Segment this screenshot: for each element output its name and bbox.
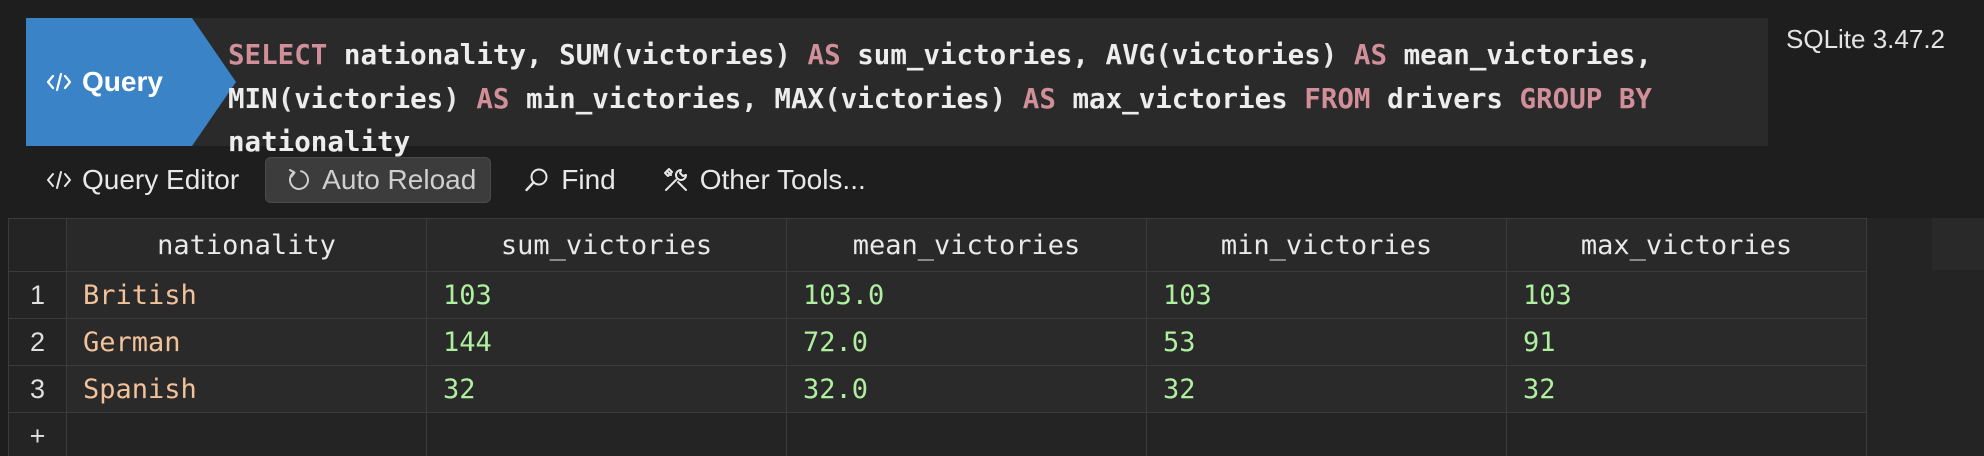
sql-keyword: AS bbox=[1022, 82, 1056, 115]
add-row-button[interactable]: + bbox=[8, 412, 67, 456]
sql-keyword: SELECT bbox=[228, 39, 328, 71]
sql-line-1: SELECT nationality, SUM(victories) AS su… bbox=[228, 34, 1788, 78]
sql-token: ( bbox=[824, 82, 841, 115]
sql-query-text[interactable]: SELECT nationality, SUM(victories) AS su… bbox=[228, 34, 1788, 165]
sql-token: victories bbox=[840, 82, 990, 115]
auto-reload-button[interactable]: Auto Reload bbox=[265, 157, 492, 203]
sql-token: victories bbox=[625, 39, 775, 71]
column-header[interactable]: mean_victories bbox=[786, 218, 1147, 272]
sql-keyword: FROM bbox=[1304, 82, 1371, 115]
empty-cell bbox=[786, 412, 1147, 456]
sql-token: nationality, SUM bbox=[343, 39, 609, 71]
sql-token: min_victories, MAX bbox=[526, 82, 825, 115]
code-icon bbox=[46, 169, 72, 191]
sql-line-2: MIN(victories) AS min_victories, MAX(vic… bbox=[228, 78, 1788, 122]
table-cell[interactable]: 103 bbox=[1506, 271, 1867, 319]
sql-token: victories bbox=[1171, 39, 1321, 71]
sql-token: MIN bbox=[228, 82, 278, 115]
sql-token: ( bbox=[1155, 39, 1172, 71]
query-editor-label: Query Editor bbox=[82, 164, 240, 195]
results-grid: nationality sum_victories mean_victories… bbox=[8, 218, 1984, 456]
search-icon bbox=[523, 166, 551, 194]
sql-keyword: AS bbox=[476, 82, 510, 115]
header-row: nationality sum_victories mean_victories… bbox=[8, 218, 1867, 272]
sql-token: ( bbox=[608, 39, 626, 71]
sql-token: mean_victories, bbox=[1403, 39, 1652, 71]
empty-cell bbox=[426, 412, 787, 456]
sql-token: victories bbox=[294, 82, 444, 115]
add-row: + bbox=[8, 412, 1867, 456]
column-header[interactable]: nationality bbox=[66, 218, 427, 272]
sql-token: ) bbox=[774, 39, 791, 71]
sql-token: nationality bbox=[228, 126, 411, 158]
sql-token: ) bbox=[1320, 39, 1338, 71]
results-table: nationality sum_victories mean_victories… bbox=[8, 218, 1867, 456]
grid-scrollbar-stub bbox=[1932, 218, 1984, 270]
sql-token: ) bbox=[443, 82, 460, 115]
row-number[interactable]: 2 bbox=[8, 318, 67, 366]
empty-cell bbox=[66, 412, 427, 456]
table-cell[interactable]: 32 bbox=[1506, 365, 1867, 413]
table-cell[interactable]: British bbox=[66, 271, 427, 319]
find-button[interactable]: Find bbox=[503, 157, 629, 203]
table-row: 3 Spanish 32 32.0 32 32 bbox=[8, 365, 1867, 413]
query-badge[interactable]: Query bbox=[26, 18, 236, 146]
column-header[interactable]: min_victories bbox=[1146, 218, 1507, 272]
query-badge-label: Query bbox=[82, 66, 163, 97]
plus-icon: + bbox=[29, 420, 46, 451]
table-cell[interactable]: 103.0 bbox=[786, 271, 1147, 319]
row-number[interactable]: 1 bbox=[8, 271, 67, 319]
table-cell[interactable]: Spanish bbox=[66, 365, 427, 413]
query-editor-button[interactable]: Query Editor bbox=[26, 157, 253, 203]
code-icon bbox=[46, 71, 72, 93]
table-cell[interactable]: German bbox=[66, 318, 427, 366]
reload-icon bbox=[286, 167, 312, 193]
sql-keyword: AS bbox=[807, 39, 841, 71]
table-cell[interactable]: 103 bbox=[1146, 271, 1507, 319]
empty-cell bbox=[1146, 412, 1507, 456]
row-number[interactable]: 3 bbox=[8, 365, 67, 413]
table-cell[interactable]: 32.0 bbox=[786, 365, 1147, 413]
table-cell[interactable]: 32 bbox=[426, 365, 787, 413]
sql-token: drivers bbox=[1387, 82, 1503, 115]
empty-cell bbox=[1506, 412, 1867, 456]
table-row: 2 German 144 72.0 53 91 bbox=[8, 318, 1867, 366]
query-header: Query SELECT nationality, SUM(victories)… bbox=[26, 18, 1768, 158]
sqlite-version: SQLite 3.47.2 bbox=[1786, 24, 1945, 54]
table-cell[interactable]: 91 bbox=[1506, 318, 1867, 366]
sql-keyword: GROUP BY bbox=[1519, 82, 1652, 115]
column-header[interactable]: max_victories bbox=[1506, 218, 1867, 272]
table-row: 1 British 103 103.0 103 103 bbox=[8, 271, 1867, 319]
auto-reload-label: Auto Reload bbox=[322, 164, 477, 195]
table-cell[interactable]: 53 bbox=[1146, 318, 1507, 366]
toolbar: Query Editor Auto Reload Find Other Tool… bbox=[26, 156, 892, 204]
sql-keyword: AS bbox=[1353, 39, 1388, 71]
sql-token: sum_victories, AVG bbox=[857, 39, 1156, 71]
sql-token: max_victories bbox=[1072, 82, 1288, 115]
sql-token: ) bbox=[989, 82, 1007, 115]
column-header[interactable]: sum_victories bbox=[426, 218, 787, 272]
other-tools-label: Other Tools... bbox=[699, 164, 866, 195]
table-cell[interactable]: 32 bbox=[1146, 365, 1507, 413]
row-header-corner bbox=[8, 218, 67, 272]
table-cell[interactable]: 103 bbox=[426, 271, 787, 319]
find-label: Find bbox=[561, 164, 616, 195]
other-tools-button[interactable]: Other Tools... bbox=[642, 157, 880, 203]
tools-icon bbox=[662, 166, 690, 194]
sql-token: ( bbox=[277, 82, 295, 115]
table-cell[interactable]: 144 bbox=[426, 318, 787, 366]
table-cell[interactable]: 72.0 bbox=[786, 318, 1147, 366]
